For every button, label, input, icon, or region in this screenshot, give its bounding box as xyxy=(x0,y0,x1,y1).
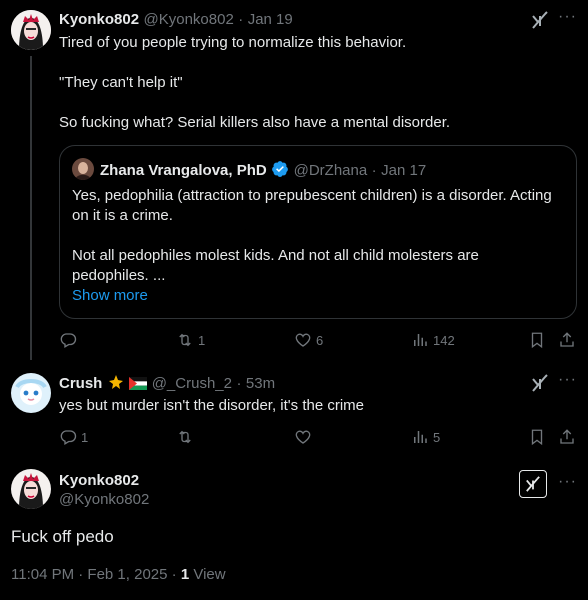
flag-icon xyxy=(129,377,148,395)
grok-icon[interactable] xyxy=(519,470,547,498)
tweet-timestamp[interactable]: 11:04 PM · Feb 1, 2025 · xyxy=(11,566,177,583)
more-icon[interactable]: ··· xyxy=(558,371,577,389)
author-handle[interactable]: @Kyonko802 xyxy=(59,491,149,508)
quote-text: Yes, pedophilia (attraction to prepubesc… xyxy=(72,187,552,224)
bookmark-icon[interactable] xyxy=(528,331,546,349)
quote-author-handle: @DrZhana xyxy=(293,162,368,179)
repost-button[interactable]: 1 xyxy=(176,331,205,349)
more-icon[interactable]: ··· xyxy=(558,473,577,491)
repost-button[interactable] xyxy=(176,428,198,446)
view-count: 5 xyxy=(433,429,441,445)
like-button[interactable] xyxy=(294,428,316,446)
reply-button[interactable]: 1 xyxy=(59,428,88,446)
tweet-date[interactable]: 53m xyxy=(246,375,275,392)
verified-badge-icon xyxy=(271,160,289,183)
bookmark-icon[interactable] xyxy=(528,428,546,446)
grok-icon[interactable] xyxy=(531,10,549,30)
share-icon[interactable] xyxy=(558,428,576,446)
reply-button[interactable] xyxy=(59,331,81,349)
views-icon xyxy=(414,431,427,443)
heart-icon xyxy=(295,333,311,347)
share-icon[interactable] xyxy=(558,331,576,349)
quote-author-name: Zhana Vrangalova, PhD xyxy=(100,162,267,179)
grok-icon[interactable] xyxy=(531,373,549,393)
author-handle[interactable]: @_Crush_2 xyxy=(152,375,232,392)
avatar xyxy=(72,158,94,180)
view-count: 1 xyxy=(180,566,190,583)
author-name[interactable]: Kyonko802 xyxy=(59,11,139,28)
author-name[interactable]: Crush xyxy=(59,375,102,392)
emoji-icon xyxy=(107,374,125,395)
tweet-text: Fuck off pedo xyxy=(11,527,114,546)
reply-icon xyxy=(60,333,77,348)
view-label: View xyxy=(193,566,226,583)
avatar[interactable] xyxy=(11,10,51,50)
reply-count: 1 xyxy=(81,429,89,445)
more-icon[interactable]: ··· xyxy=(558,8,577,26)
show-more-link[interactable]: Show more xyxy=(72,286,552,306)
like-count: 6 xyxy=(316,332,324,348)
view-count: 142 xyxy=(433,332,455,348)
tweet-text: yes but murder isn't the disorder, it's … xyxy=(59,397,365,414)
views-icon xyxy=(414,334,427,346)
tweet-date[interactable]: Jan 19 xyxy=(248,11,293,28)
repost-count: 1 xyxy=(198,332,206,348)
tweet-text-line: Tired of you people trying to normalize … xyxy=(59,34,407,51)
tweet-text-line: "They can't help it" xyxy=(59,74,183,91)
views-button[interactable]: 142 xyxy=(411,331,455,349)
repost-icon xyxy=(179,333,191,347)
avatar[interactable] xyxy=(11,373,51,413)
repost-icon xyxy=(179,430,191,444)
reply-icon xyxy=(60,430,77,445)
avatar[interactable] xyxy=(11,469,51,509)
author-handle[interactable]: @Kyonko802 xyxy=(144,11,234,28)
tweet-text-line: So fucking what? Serial killers also hav… xyxy=(59,114,451,131)
author-name[interactable]: Kyonko802 xyxy=(59,472,139,489)
views-button[interactable]: 5 xyxy=(411,428,440,446)
quote-text: Not all pedophiles molest kids. And not … xyxy=(72,247,479,284)
like-button[interactable]: 6 xyxy=(294,331,323,349)
quoted-tweet[interactable]: Zhana Vrangalova, PhD @DrZhana · Jan 17 … xyxy=(59,145,577,319)
thread-line xyxy=(30,56,32,360)
quote-date: Jan 17 xyxy=(381,162,427,179)
heart-icon xyxy=(295,430,311,444)
